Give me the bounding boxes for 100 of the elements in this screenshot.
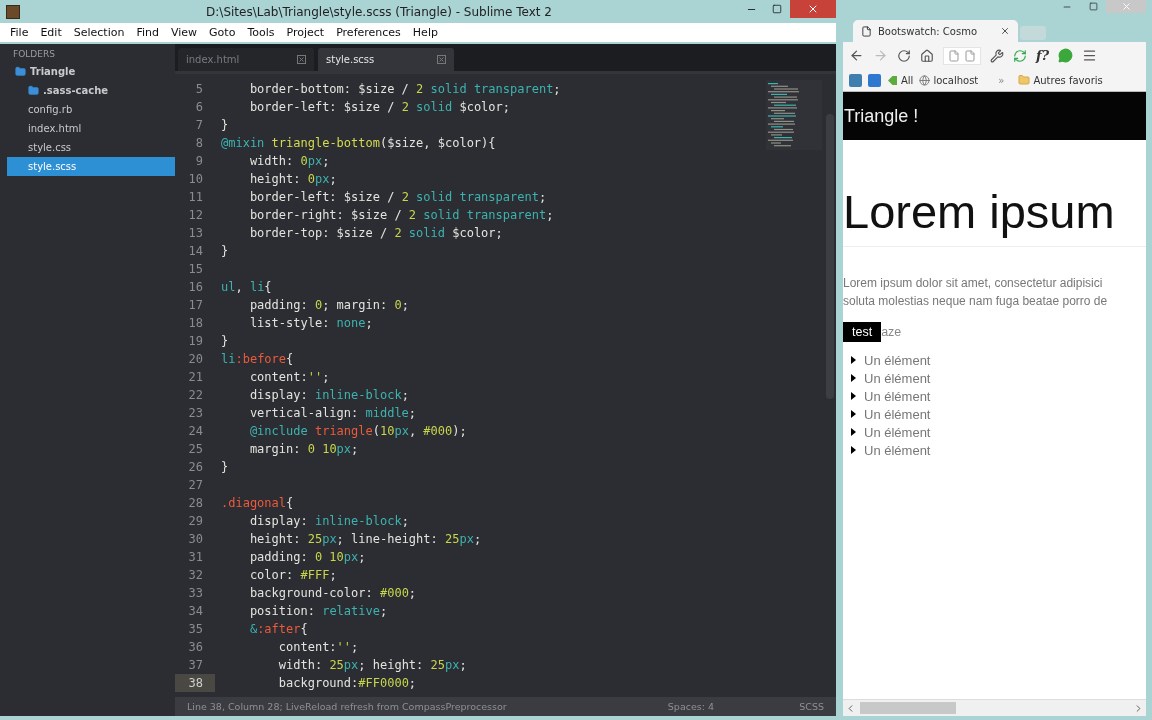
code-line: margin: 0 10px; bbox=[248, 441, 360, 458]
line-number: 31 bbox=[187, 549, 204, 566]
triangle-icon bbox=[851, 392, 856, 400]
sidebar-item[interactable]: style.scss bbox=[7, 157, 175, 176]
menu-item[interactable]: Edit bbox=[34, 26, 68, 39]
sidebar-heading: FOLDERS bbox=[12, 48, 56, 61]
label-text: aze bbox=[881, 325, 902, 339]
menu-icon[interactable] bbox=[1082, 48, 1098, 63]
code-line: border-left: $size / 2 solid transparent; bbox=[248, 189, 548, 206]
code-line: } bbox=[221, 333, 230, 350]
triangle-icon bbox=[851, 410, 856, 418]
app-bookmark-icon[interactable] bbox=[849, 73, 862, 87]
reload-icon[interactable] bbox=[897, 48, 911, 63]
file-tab[interactable]: index.html bbox=[178, 48, 314, 71]
scrollbar-thumb[interactable] bbox=[860, 702, 956, 714]
line-number: 22 bbox=[187, 387, 204, 404]
code-line: } bbox=[221, 117, 230, 134]
speech-bubble-icon[interactable] bbox=[1058, 48, 1074, 63]
maximize-icon bbox=[772, 4, 782, 14]
list-item-text: Un élément bbox=[864, 352, 931, 368]
menu-item[interactable]: Find bbox=[130, 26, 165, 39]
line-number: 32 bbox=[187, 567, 204, 584]
list-item-text: Un élément bbox=[864, 424, 931, 440]
refresh-circle-icon[interactable] bbox=[1013, 48, 1027, 63]
app-icon bbox=[6, 4, 20, 19]
code-line: color: #FFF; bbox=[248, 567, 338, 584]
indentation-status[interactable]: Spaces: 4 bbox=[667, 701, 714, 712]
tag-icon bbox=[887, 74, 898, 86]
extension-button[interactable]: f? bbox=[1036, 48, 1050, 63]
folder-icon bbox=[28, 85, 39, 96]
code-line: background-color: #000; bbox=[248, 585, 418, 602]
line-number: 10 bbox=[187, 171, 204, 188]
window-title: D:\Sites\Lab\Triangle\style.scss (Triangle) - Sublime Text 2 bbox=[205, 4, 553, 19]
file-tab[interactable]: style.scss bbox=[318, 48, 454, 71]
code-line: width: 0px; bbox=[248, 153, 331, 170]
line-number: 30 bbox=[187, 531, 204, 548]
menu-item[interactable]: Goto bbox=[203, 26, 242, 39]
code-line: border-right: $size / 2 solid transparent; bbox=[248, 207, 555, 224]
back-icon[interactable] bbox=[849, 48, 864, 63]
code-line: height: 25px; line-height: 25px; bbox=[248, 531, 483, 548]
bookmark-link[interactable]: All bbox=[887, 74, 914, 86]
code-line: &:after{ bbox=[248, 621, 309, 638]
sidebar-item[interactable]: Triangle bbox=[7, 62, 175, 81]
code-line: background:#FF0000; bbox=[277, 675, 418, 692]
page-icon bbox=[948, 49, 960, 62]
blog-bookmark-icon[interactable] bbox=[868, 73, 881, 87]
code-line: border-left: $size / 2 solid $color; bbox=[248, 99, 511, 116]
code-line: @mixin triangle-bottom($size, $color){ bbox=[221, 135, 497, 152]
more-bookmarks-button[interactable]: » bbox=[998, 74, 1005, 86]
close-icon[interactable] bbox=[297, 55, 306, 64]
line-number: 6 bbox=[194, 99, 204, 116]
code-line: padding: 0 10px; bbox=[248, 549, 367, 566]
sidebar-item[interactable]: .sass-cache bbox=[7, 81, 175, 100]
menu-item[interactable]: Help bbox=[406, 26, 444, 39]
list-item-text: Un élément bbox=[864, 406, 931, 422]
close-icon bbox=[807, 3, 819, 15]
menu-item[interactable]: Tools bbox=[241, 26, 281, 39]
line-number: 35 bbox=[187, 621, 204, 638]
syntax-status[interactable]: SCSS bbox=[774, 701, 824, 712]
sidebar-item[interactable]: index.html bbox=[7, 119, 175, 138]
line-number: 12 bbox=[187, 207, 204, 224]
code-line: ul, li{ bbox=[221, 279, 273, 296]
page-icon bbox=[861, 25, 872, 37]
line-number: 29 bbox=[187, 513, 204, 530]
close-icon[interactable] bbox=[437, 55, 446, 64]
line-number: 36 bbox=[187, 639, 204, 656]
home-icon[interactable] bbox=[920, 48, 934, 63]
line-number: 7 bbox=[194, 117, 204, 134]
forward-icon[interactable] bbox=[873, 48, 888, 63]
other-bookmarks-folder[interactable]: Autres favoris bbox=[1018, 74, 1103, 86]
code-line: } bbox=[221, 243, 230, 260]
wrench-icon[interactable] bbox=[990, 48, 1004, 63]
sidebar-item[interactable]: style.css bbox=[7, 138, 175, 157]
close-icon bbox=[1120, 1, 1132, 12]
sidebar-item[interactable]: config.rb bbox=[7, 100, 175, 119]
code-line: list-style: none; bbox=[248, 315, 374, 332]
code-line: height: 0px; bbox=[248, 171, 338, 188]
line-number: 28 bbox=[187, 495, 204, 512]
paragraph-line: soluta molestias neque nam fuga beatae porro de bbox=[843, 293, 1109, 310]
line-number: 20 bbox=[187, 351, 204, 368]
close-icon[interactable] bbox=[1000, 26, 1010, 36]
menu-item[interactable]: Selection bbox=[67, 26, 131, 39]
code-line: display: inline-block; bbox=[248, 387, 410, 404]
status-message: Line 38, Column 28; LiveReload refresh from CompassPreprocessor bbox=[187, 701, 508, 712]
list-item-text: Un élément bbox=[864, 442, 931, 458]
menu-item[interactable]: Project bbox=[280, 26, 331, 39]
code-line: display: inline-block; bbox=[248, 513, 410, 530]
line-number: 19 bbox=[187, 333, 204, 350]
browser-tab[interactable]: Bootswatch: Cosmo bbox=[853, 20, 1018, 42]
maximize-icon bbox=[1088, 2, 1098, 11]
bookmark-link[interactable]: localhost bbox=[919, 74, 979, 86]
menu-item[interactable]: Preferences bbox=[330, 26, 407, 39]
line-number: 21 bbox=[187, 369, 204, 386]
line-number: 37 bbox=[187, 657, 204, 674]
menu-item[interactable]: View bbox=[165, 26, 204, 39]
menu-item[interactable]: File bbox=[4, 26, 35, 39]
address-bar[interactable] bbox=[943, 46, 981, 65]
navbar-brand[interactable]: Triangle ! bbox=[843, 105, 919, 127]
page-heading: Lorem ipsum bbox=[843, 184, 1146, 247]
line-number: 17 bbox=[187, 297, 204, 314]
